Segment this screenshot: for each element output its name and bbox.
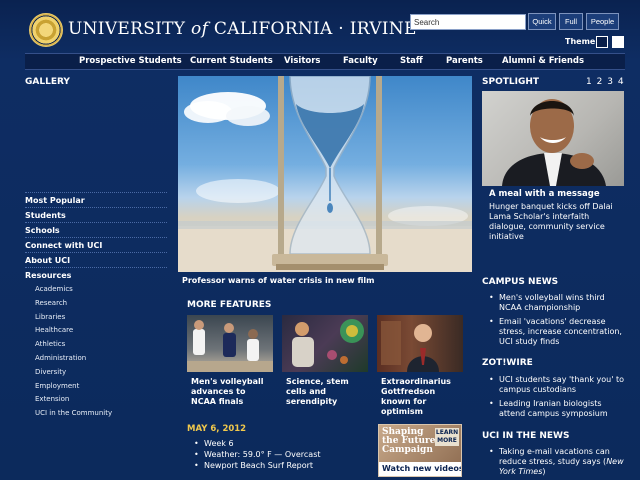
resources-list: Academics Research Libraries Healthcare … — [25, 282, 167, 420]
smiling-man-illustration — [502, 99, 606, 186]
more-label: MORE — [437, 437, 457, 444]
gallery-heading: GALLERY — [25, 77, 70, 87]
feature-caption-stem-cells[interactable]: Science, stem cells and serendipity — [282, 377, 368, 407]
zotwire-list: UCI students say 'thank you' to campus c… — [489, 375, 624, 423]
uci-seal-logo[interactable] — [29, 13, 63, 47]
hero-image-hourglass[interactable] — [178, 76, 472, 272]
feature-card-gottfredson[interactable]: Extraordinarius Gottfredson known for op… — [377, 315, 463, 417]
scientist-illustration — [292, 319, 364, 367]
surf-report-link[interactable]: Newport Beach Surf Report — [194, 460, 321, 471]
resource-employment[interactable]: Employment — [35, 379, 167, 393]
feature-caption-volleyball[interactable]: Men's volleyball advances to NCAA finals — [187, 377, 273, 407]
learn-label: LEARN — [435, 429, 459, 436]
spotlight-page-1[interactable]: 1 — [586, 77, 592, 87]
portrait-illustration — [381, 321, 439, 372]
nav-faculty[interactable]: Faculty — [343, 56, 378, 66]
spotlight-heading: SPOTLIGHT — [482, 77, 540, 87]
resource-extension[interactable]: Extension — [35, 392, 167, 406]
nav-current-students[interactable]: Current Students — [190, 56, 273, 66]
spotlight-page-4[interactable]: 4 — [618, 77, 624, 87]
promo-campaign: Campaign — [382, 445, 433, 455]
nav-prospective-students[interactable]: Prospective Students — [79, 56, 182, 66]
campus-news-heading[interactable]: CAMPUS NEWS — [482, 277, 624, 287]
volleyball-players-illustration — [187, 320, 273, 372]
spotlight-headline[interactable]: A meal with a message — [489, 189, 600, 199]
search-input[interactable] — [410, 14, 526, 30]
resource-uci-in-the-community[interactable]: UCI in the Community — [35, 406, 167, 420]
campus-news-item[interactable]: Men's volleyball wins third NCAA champio… — [489, 293, 624, 313]
resource-research[interactable]: Research — [35, 296, 167, 310]
resource-academics[interactable]: Academics — [35, 282, 167, 296]
resource-healthcare[interactable]: Healthcare — [35, 323, 167, 337]
zotwire-heading[interactable]: ZOT!WIRE — [482, 358, 624, 368]
theme-light-swatch[interactable] — [612, 36, 624, 48]
feature-caption-gottfredson[interactable]: Extraordinarius Gottfredson known for op… — [377, 377, 463, 417]
nav-alumni-friends[interactable]: Alumni & Friends — [502, 56, 584, 66]
menu-most-popular[interactable]: Most Popular — [25, 192, 167, 207]
main-nav: Prospective Students Current Students Vi… — [25, 53, 625, 70]
feature-image-stem-cells — [282, 315, 368, 372]
current-date: MAY 6, 2012 — [187, 424, 247, 434]
campus-news-list: Men's volleyball wins third NCAA champio… — [489, 293, 624, 351]
menu-connect-with-uci[interactable]: Connect with UCI — [25, 237, 167, 252]
theme-label: Theme — [565, 37, 596, 46]
full-search-button[interactable]: Full — [559, 13, 583, 30]
zotwire-item[interactable]: Leading Iranian biologists attend campus… — [489, 399, 624, 419]
zotwire-item[interactable]: UCI students say 'thank you' to campus c… — [489, 375, 624, 395]
hero-caption[interactable]: Professor warns of water crisis in new f… — [182, 276, 374, 285]
weather-link[interactable]: Weather: 59.0° F — Overcast — [194, 449, 321, 460]
resource-administration[interactable]: Administration — [35, 351, 167, 365]
quick-search-button[interactable]: Quick — [528, 13, 556, 30]
logo-word-of: of — [191, 19, 209, 39]
nav-parents[interactable]: Parents — [446, 56, 483, 66]
left-menu: Most Popular Students Schools Connect wi… — [25, 192, 167, 420]
uci-in-the-news-list: Taking e-mail vacations can reduce stres… — [489, 447, 624, 480]
theme-dark-swatch[interactable] — [596, 36, 608, 48]
learn-more-badge[interactable]: LEARN MORE — [435, 428, 459, 446]
logo-word-california-irvine: CALIFORNIA · IRVINE — [213, 19, 417, 39]
week-indicator: Week 6 — [194, 438, 321, 449]
resource-libraries[interactable]: Libraries — [35, 310, 167, 324]
news-item[interactable]: Taking e-mail vacations can reduce stres… — [489, 447, 624, 477]
campaign-promo-banner[interactable]: Shaping the Future Campaign LEARN MORE W… — [378, 424, 462, 477]
hourglass-illustration — [178, 76, 472, 272]
more-features-heading: MORE FEATURES — [187, 300, 272, 310]
feature-image-gottfredson — [377, 315, 463, 372]
feature-image-volleyball — [187, 315, 273, 372]
spotlight-image[interactable] — [482, 91, 624, 186]
watch-videos-link[interactable]: Watch new videos › — [379, 462, 461, 476]
feature-card-volleyball[interactable]: Men's volleyball advances to NCAA finals — [187, 315, 273, 407]
menu-students[interactable]: Students — [25, 207, 167, 222]
menu-about-uci[interactable]: About UCI — [25, 252, 167, 267]
spotlight-pager: 1 2 3 4 — [584, 77, 624, 87]
spotlight-page-2[interactable]: 2 — [597, 77, 603, 87]
resource-athletics[interactable]: Athletics — [35, 337, 167, 351]
nav-visitors[interactable]: Visitors — [284, 56, 320, 66]
people-search-button[interactable]: People — [586, 13, 619, 30]
campus-news-item[interactable]: Email 'vacations' decrease stress, incre… — [489, 317, 624, 347]
resource-diversity[interactable]: Diversity — [35, 365, 167, 379]
news-item-text: Taking e-mail vacations can reduce stres… — [499, 447, 610, 466]
menu-schools[interactable]: Schools — [25, 222, 167, 237]
logo-word-university: UNIVERSITY — [68, 19, 186, 39]
news-item-close: ) — [542, 467, 546, 476]
uci-in-the-news-heading[interactable]: UCI IN THE NEWS — [482, 431, 624, 441]
spotlight-page-3[interactable]: 3 — [607, 77, 613, 87]
site-logo-text[interactable]: UNIVERSITY of CALIFORNIA · IRVINE — [68, 19, 417, 39]
feature-card-stem-cells[interactable]: Science, stem cells and serendipity — [282, 315, 368, 407]
menu-resources[interactable]: Resources — [25, 267, 167, 282]
spotlight-body: Hunger banquet kicks off Dalai Lama Scho… — [489, 202, 613, 241]
today-info-list: Week 6 Weather: 59.0° F — Overcast Newpo… — [194, 438, 321, 471]
nav-staff[interactable]: Staff — [400, 56, 423, 66]
